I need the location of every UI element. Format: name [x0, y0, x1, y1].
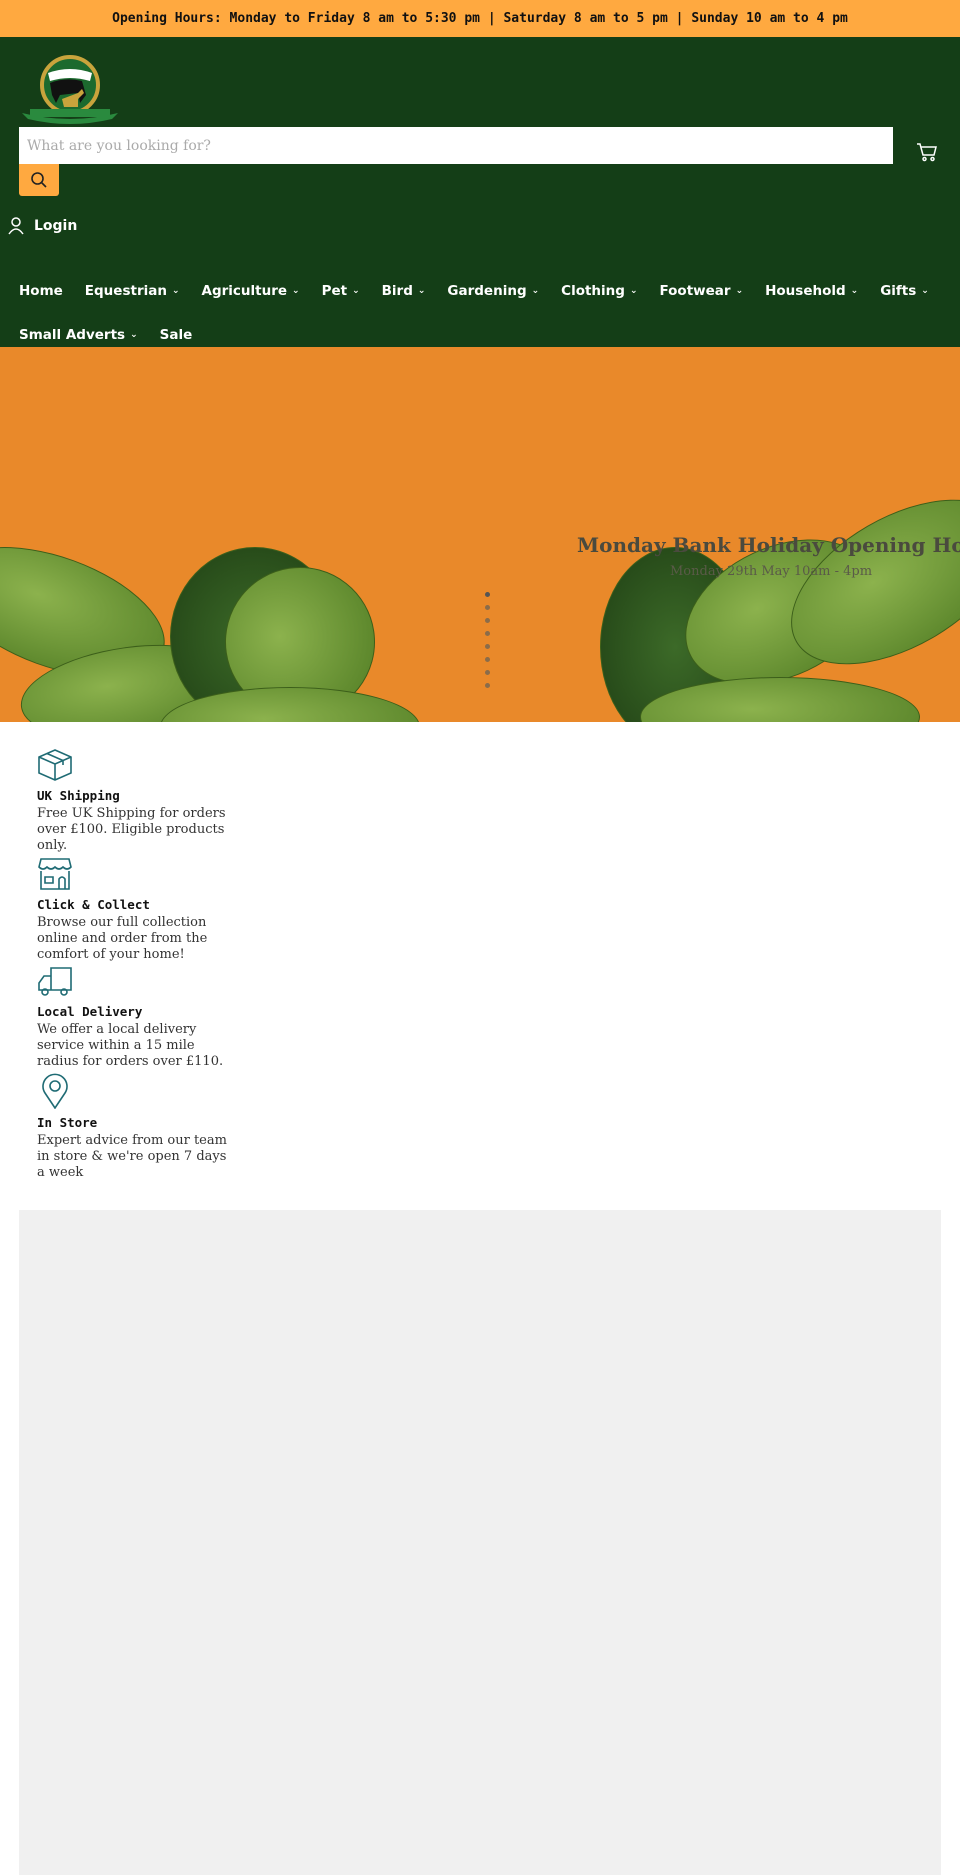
feature-local-delivery: Local Delivery We offer a local delivery… [37, 966, 227, 1070]
feature-text: Browse our full collection online and or… [37, 915, 208, 962]
content-placeholder [19, 1210, 941, 1875]
nav-item-sale[interactable]: Sale [141, 327, 193, 343]
slide-dot[interactable] [485, 644, 490, 649]
nav-label: Gardening [447, 283, 527, 299]
cart-button[interactable] [916, 141, 938, 167]
login-link[interactable]: Login [8, 217, 77, 235]
nav-label: Gifts [880, 283, 917, 299]
nav-label: Equestrian [84, 283, 167, 299]
store-icon [38, 858, 72, 890]
cart-icon [917, 143, 937, 162]
nav-label: Small Adverts [19, 327, 126, 343]
slide-dots [485, 592, 490, 688]
nav-item-home[interactable]: Home [0, 283, 63, 299]
chevron-down-icon: ⌄ [850, 286, 859, 296]
chevron-down-icon: ⌄ [171, 286, 180, 296]
search-button[interactable] [19, 164, 59, 196]
feature-text: We offer a local delivery service within… [37, 1022, 224, 1069]
feature-text: Free UK Shipping for orders over £100. E… [37, 806, 226, 853]
chevron-down-icon: ⌄ [735, 286, 744, 296]
site-header: Login Home Equestrian ⌄ Agriculture ⌄ Pet ⌄… [0, 37, 960, 347]
nav-item-gardening[interactable]: Gardening ⌄ [428, 283, 539, 299]
hero-title: Monday Bank Holiday Opening Hours [577, 533, 960, 557]
chevron-down-icon: ⌄ [629, 286, 638, 296]
slide-dot[interactable] [485, 605, 490, 610]
feature-title: UK Shipping [37, 788, 120, 803]
nav-label: Bird [381, 283, 413, 299]
chevron-down-icon: ⌄ [130, 330, 138, 340]
feature-uk-shipping: UK Shipping Free UK Shipping for orders … [37, 748, 227, 854]
nav-item-agriculture[interactable]: Agriculture ⌄ [183, 283, 300, 299]
nav-label: Household [765, 283, 846, 299]
nav-label: Pet [321, 283, 348, 299]
hero-subtitle: Monday 29th May 10am - 4pm [670, 564, 873, 579]
feature-title: In Store [37, 1115, 98, 1130]
nav-item-equestrian[interactable]: Equestrian ⌄ [66, 283, 180, 299]
nav-label: Agriculture [201, 283, 288, 299]
nav-label: Home [19, 283, 63, 299]
chevron-down-icon: ⌄ [531, 286, 540, 296]
box-icon [38, 749, 72, 781]
feature-in-store: In Store Expert advice from our team in … [37, 1073, 227, 1181]
slide-dot[interactable] [485, 657, 490, 662]
main-nav: Home Equestrian ⌄ Agriculture ⌄ Pet ⌄ Bird ⌄… [0, 269, 960, 357]
feature-text: Expert advice from our team in store & w… [37, 1133, 227, 1180]
slide-dot[interactable] [485, 618, 490, 623]
slide-dot[interactable] [485, 683, 490, 688]
login-label: Login [34, 218, 78, 234]
slide-dot[interactable] [485, 592, 490, 597]
search-input[interactable] [19, 127, 893, 164]
feature-title: Click & Collect [37, 897, 150, 912]
user-icon [8, 217, 24, 235]
nav-label: Clothing [561, 283, 625, 299]
truck-icon [38, 967, 72, 996]
nav-item-clothing[interactable]: Clothing ⌄ [542, 283, 637, 299]
hero-slideshow[interactable]: Monday Bank Holiday Opening Hours Monday… [0, 347, 960, 722]
search-icon [31, 172, 47, 188]
feature-title: Local Delivery [37, 1004, 143, 1019]
announcement-text: Opening Hours: Monday to Friday 8 am to … [112, 11, 848, 26]
nav-item-gifts[interactable]: Gifts ⌄ [861, 283, 929, 299]
announcement-bar: Opening Hours: Monday to Friday 8 am to … [0, 0, 960, 37]
slide-dot[interactable] [485, 670, 490, 675]
features-list: UK Shipping Free UK Shipping for orders … [37, 748, 227, 1184]
slide-dot[interactable] [485, 631, 490, 636]
nav-item-small-adverts[interactable]: Small Adverts ⌄ [0, 327, 138, 343]
nav-label: Footwear [659, 283, 731, 299]
chevron-down-icon: ⌄ [292, 286, 300, 296]
feature-click-collect: Click & Collect Browse our full collecti… [37, 857, 227, 963]
nav-item-household[interactable]: Household ⌄ [746, 283, 858, 299]
nav-label: Sale [159, 327, 193, 343]
nav-item-footwear[interactable]: Footwear ⌄ [640, 283, 743, 299]
chevron-down-icon: ⌄ [417, 286, 426, 296]
map-pin-icon [42, 1073, 68, 1110]
chevron-down-icon: ⌄ [921, 286, 929, 296]
chevron-down-icon: ⌄ [352, 286, 360, 296]
logo[interactable] [20, 53, 120, 125]
nav-item-bird[interactable]: Bird ⌄ [363, 283, 426, 299]
nav-item-pet[interactable]: Pet ⌄ [303, 283, 360, 299]
